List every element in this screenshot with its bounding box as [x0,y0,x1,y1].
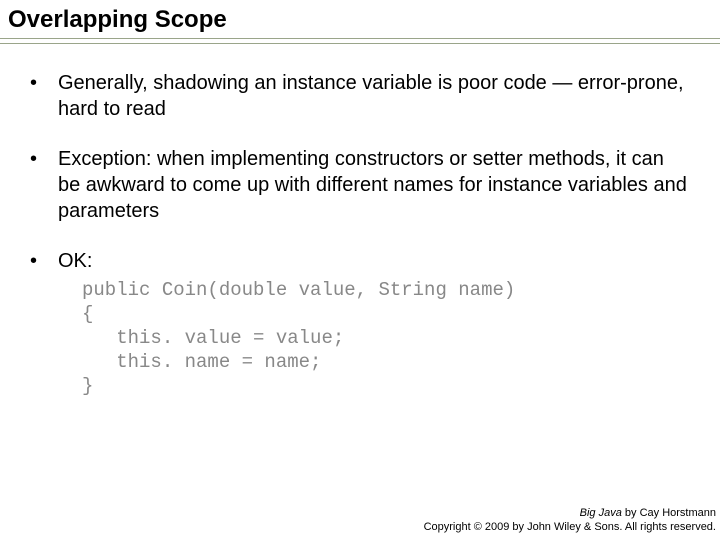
bullet-dot: • [30,248,58,274]
book-title: Big Java [580,507,622,519]
bullet-text: OK: [58,248,690,274]
slide-title: Overlapping Scope [8,6,712,34]
title-area: Overlapping Scope [0,0,720,38]
content-area: • Generally, shadowing an instance varia… [0,44,720,398]
footer-line-1: Big Java by Cay Horstmann [424,506,716,520]
footer-line-2: Copyright © 2009 by John Wiley & Sons. A… [424,520,716,534]
footer: Big Java by Cay Horstmann Copyright © 20… [424,506,716,534]
bullet-item: • Exception: when implementing construct… [30,146,690,224]
bullet-dot: • [30,70,58,96]
bullet-item: • OK: [30,248,690,274]
code-block: public Coin(double value, String name) {… [82,278,690,398]
bullet-item: • Generally, shadowing an instance varia… [30,70,690,122]
author: by Cay Horstmann [622,507,716,519]
bullet-dot: • [30,146,58,172]
bullet-text: Exception: when implementing constructor… [58,146,690,224]
bullet-text: Generally, shadowing an instance variabl… [58,70,690,122]
